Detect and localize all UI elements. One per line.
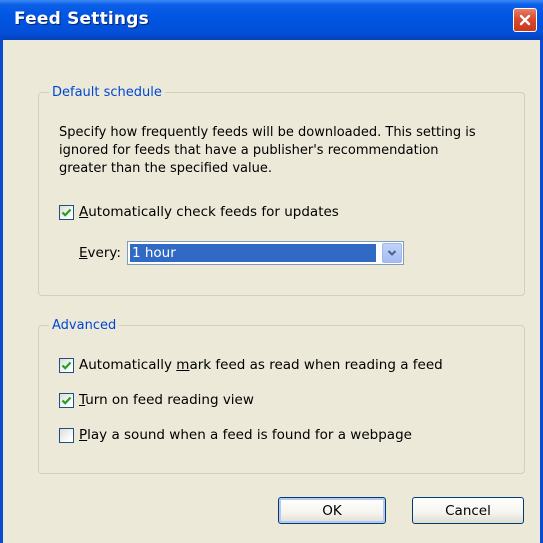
checkmark-icon — [61, 208, 72, 217]
checkmark-icon — [61, 361, 72, 370]
window-title: Feed Settings — [14, 9, 149, 29]
schedule-description: Specify how frequently feeds will be dow… — [59, 125, 476, 176]
reading-view-checkbox[interactable] — [59, 392, 74, 408]
auto-check-label: Automatically check feeds for updates — [79, 204, 339, 220]
mark-read-checkbox[interactable] — [59, 357, 74, 373]
reading-view-row[interactable]: Turn on feed reading view — [59, 392, 254, 408]
advanced-label: Advanced — [49, 317, 120, 334]
default-schedule-group: Default schedule Specify how frequently … — [38, 84, 525, 296]
every-dropdown[interactable]: 1 hour — [126, 241, 404, 265]
checkmark-icon — [61, 396, 72, 405]
auto-check-checkbox[interactable] — [59, 204, 74, 220]
auto-check-row[interactable]: Automatically check feeds for updates — [59, 204, 339, 220]
close-icon — [519, 14, 531, 26]
mark-read-row[interactable]: Automatically mark feed as read when rea… — [59, 357, 443, 373]
play-sound-label: Play a sound when a feed is found for a … — [79, 427, 412, 443]
default-schedule-label: Default schedule — [49, 84, 165, 101]
advanced-group: Advanced Automatically mark feed as read… — [38, 317, 525, 474]
every-row: Every: 1 hour — [79, 241, 404, 265]
reading-view-label: Turn on feed reading view — [79, 392, 254, 408]
dropdown-button[interactable] — [381, 243, 402, 263]
close-button[interactable] — [513, 8, 537, 32]
title-bar[interactable]: Feed Settings — [0, 0, 543, 40]
window-frame-left — [0, 40, 3, 543]
every-label: Every: — [79, 245, 121, 261]
every-selected-value: 1 hour — [128, 243, 377, 263]
cancel-button[interactable]: Cancel — [412, 497, 524, 524]
play-sound-checkbox[interactable] — [59, 427, 74, 443]
play-sound-row[interactable]: Play a sound when a feed is found for a … — [59, 427, 412, 443]
ok-button[interactable]: OK — [278, 497, 386, 524]
mark-read-label: Automatically mark feed as read when rea… — [79, 357, 443, 373]
chevron-down-icon — [387, 250, 397, 256]
